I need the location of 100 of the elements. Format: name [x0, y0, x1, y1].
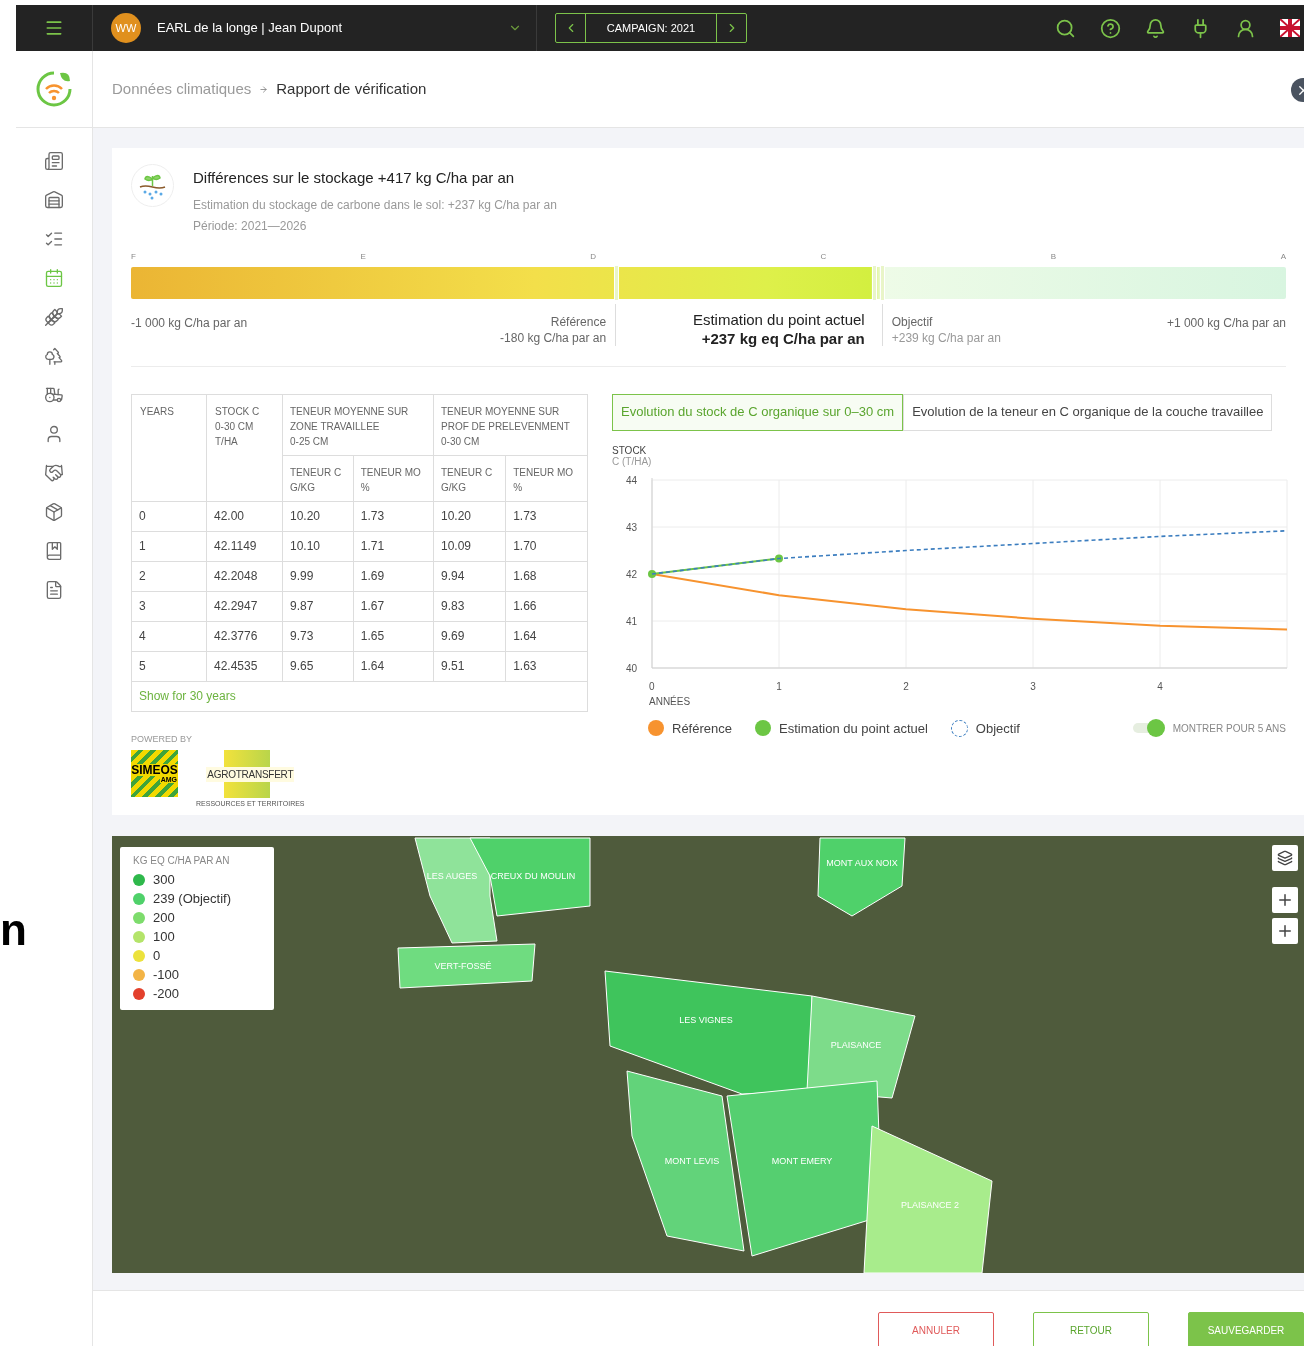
table-cell: 1.69 — [353, 561, 434, 591]
x-tick-label: 0 — [649, 680, 655, 692]
table-cell: 1.64 — [353, 651, 434, 681]
data-point — [648, 569, 656, 578]
legend-label: 200 — [153, 910, 175, 925]
toggle-label: MONTRER POUR 5 ANS — [1172, 721, 1286, 736]
footer-button[interactable]: ANNULER — [878, 1312, 994, 1346]
grade-label: E — [360, 250, 366, 263]
layers-icon — [1277, 850, 1293, 866]
legend-label: -200 — [153, 986, 180, 1001]
scale-min-label: -1 000 kg C/ha par an — [131, 314, 248, 332]
field-label: MONT AUX NOIX — [826, 858, 898, 868]
table-cell: 9.87 — [282, 591, 354, 621]
menu-button[interactable] — [44, 18, 64, 38]
table-cell: 9.69 — [433, 621, 506, 651]
campaign-label: CAMPAIGN: 2021 — [605, 20, 697, 36]
table-cell: 9.83 — [433, 591, 506, 621]
checklist-icon — [44, 229, 64, 249]
column-header: STOCK C 0-30 CM T/HA — [206, 394, 283, 501]
trees-icon — [44, 346, 64, 366]
field-area[interactable] — [397, 943, 536, 989]
column-header: TENEUR MO % — [353, 455, 434, 501]
scale-max-label: +1 000 kg C/ha par an — [1166, 314, 1286, 332]
x-tick-label: 1 — [776, 680, 782, 692]
field-area[interactable] — [863, 1125, 993, 1273]
table-cell: 1.70 — [505, 531, 588, 561]
target-value: +239 kg C/ha par an — [891, 329, 1001, 346]
y-tick-label: 43 — [625, 521, 637, 533]
field-label: CREUX DU MOULIN — [490, 871, 576, 881]
footer-button[interactable]: RETOUR — [1033, 1312, 1149, 1346]
table-cell: 1.73 — [353, 501, 434, 531]
table-cell: 42.2048 — [206, 561, 283, 591]
legend-label: Objectif — [975, 719, 1020, 738]
table-cell: 1.63 — [505, 651, 588, 681]
column-group-header: TENEUR MOYENNE SUR PROF DE PRELEVENMENT 0-30 CM — [433, 394, 588, 455]
data-point — [775, 554, 783, 562]
book-icon — [44, 541, 64, 561]
flag-icon — [1280, 19, 1300, 37]
grade-label: A — [1280, 250, 1286, 263]
newspaper-icon — [44, 151, 64, 171]
show-more-link[interactable]: Show for 30 years — [139, 689, 236, 703]
column-header: TENEUR C G/KG — [433, 455, 506, 501]
table-cell: 10.09 — [433, 531, 506, 561]
y-tick-label: 42 — [625, 568, 637, 580]
person-icon — [1235, 17, 1256, 39]
field-area[interactable] — [604, 970, 813, 1095]
table-cell: 1.67 — [353, 591, 434, 621]
handshake-icon — [44, 463, 64, 483]
logo-text: AGROTRANSFERT — [206, 766, 295, 782]
column-header: TENEUR C G/KG — [282, 455, 354, 501]
menu-icon — [44, 18, 64, 38]
chart-tab[interactable]: Evolution du stock de C organique sur 0–30 cm — [612, 393, 904, 431]
profile-button[interactable] — [1235, 17, 1256, 39]
tractor-icon — [44, 385, 64, 405]
barn-icon — [44, 190, 64, 210]
zoom-in-button[interactable] — [1272, 887, 1298, 913]
footer-button[interactable]: SAUVEGARDER — [1188, 1312, 1304, 1346]
table-cell: 42.3776 — [206, 621, 283, 651]
arrow-right-icon — [259, 84, 269, 94]
field-label: LES AUGES — [426, 871, 478, 881]
field-label: MONT LEVIS — [664, 1156, 720, 1166]
legend-title: KG EQ C/HA PAR AN — [133, 854, 231, 868]
summary-title: Différences sur le stockage +417 kg C/ha par an — [193, 168, 516, 188]
table-cell: 2 — [131, 561, 207, 591]
bell-icon — [1145, 17, 1166, 39]
target-label: Objectif — [891, 313, 933, 330]
notifications-button[interactable] — [1145, 17, 1166, 39]
reference-value: -180 kg C/ha par an — [500, 329, 607, 346]
grade-label: B — [1050, 250, 1057, 263]
chart-tab[interactable]: Evolution de la teneur en C organique de la couche travaillee — [903, 393, 1273, 431]
table-cell: 42.2947 — [206, 591, 283, 621]
table-cell: 5 — [131, 651, 207, 681]
table-cell: 42.4535 — [206, 651, 283, 681]
y-tick-label: 41 — [625, 615, 637, 627]
table-cell: 42.1149 — [206, 531, 283, 561]
reference-label: Référence — [550, 313, 607, 330]
layers-button[interactable] — [1272, 845, 1298, 871]
y-tick-label: 40 — [625, 662, 637, 674]
powered-by-label: POWERED BY — [131, 732, 193, 746]
table-cell: 3 — [131, 591, 207, 621]
x-tick-label: 3 — [1030, 680, 1036, 692]
table-cell: 10.20 — [282, 501, 354, 531]
language-button[interactable] — [1280, 19, 1300, 37]
help-button[interactable] — [1100, 17, 1121, 39]
legend-label: Référence — [672, 719, 732, 738]
field-label: PLAISANCE — [830, 1040, 882, 1050]
table-cell: 9.51 — [433, 651, 506, 681]
summary-subtitle: Estimation du stockage de carbone dans le sol: +237 kg C/ha par an — [193, 196, 557, 214]
field-area[interactable] — [817, 837, 906, 917]
table-cell: 9.73 — [282, 621, 354, 651]
field-area[interactable] — [626, 1070, 745, 1252]
table-cell: 0 — [131, 501, 207, 531]
table-cell: 1.71 — [353, 531, 434, 561]
zoom-in-button[interactable] — [1272, 918, 1298, 944]
column-header: YEARS — [131, 394, 207, 501]
legend-label: 0 — [153, 948, 161, 963]
search-button[interactable] — [1055, 17, 1076, 39]
breadcrumb-link[interactable]: Données climatiques — [112, 77, 252, 101]
x-tick-label: 4 — [1157, 680, 1163, 692]
table-cell: 9.65 — [282, 651, 354, 681]
